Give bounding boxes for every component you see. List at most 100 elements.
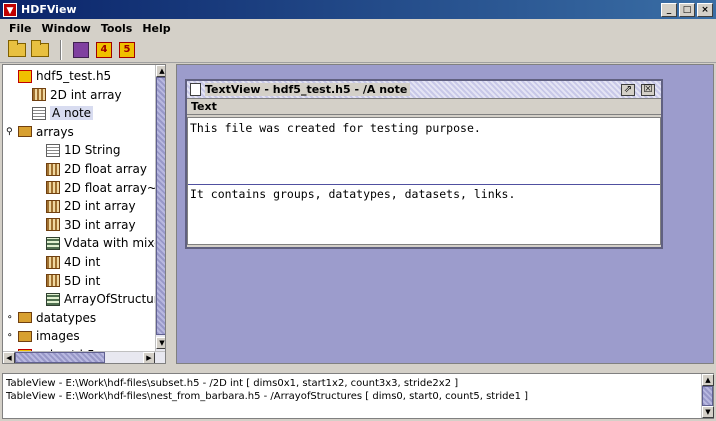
title-bar: ▼ HDFView _ □ ×: [0, 0, 716, 19]
textview-title: TextView - hdf5_test.h5 - /A note: [205, 83, 411, 96]
close-button[interactable]: ×: [697, 2, 713, 17]
text-content-area[interactable]: This file was created for testing purpos…: [187, 117, 661, 245]
scroll-up-button[interactable]: ▲: [156, 65, 165, 77]
hdf4-library-icon: 4: [96, 41, 112, 58]
file-tree-panel: hdf5_test.h5 2D int array A note ⚲ arrays 1D …: [2, 64, 166, 364]
text-column-header: Text: [187, 99, 661, 115]
menu-window[interactable]: Window: [37, 22, 96, 35]
tree-item[interactable]: ⚬ datatypes: [6, 309, 96, 327]
tree-item-label: images: [36, 329, 80, 344]
tree-horizontal-scrollbar[interactable]: ◀ ▶: [3, 351, 165, 363]
tree-item-label: A note: [50, 106, 94, 121]
note-icon: [32, 106, 46, 120]
text-line[interactable]: This file was created for testing purpos…: [188, 121, 481, 135]
tree-item[interactable]: 2D int array: [34, 197, 136, 215]
open-folder-icon: [31, 39, 49, 57]
tree-item-label: 3D int array: [64, 217, 136, 232]
hdfview-app-icon: ▼: [3, 2, 17, 17]
text-line[interactable]: It contains groups, datatypes, datasets,…: [188, 184, 660, 201]
status-vertical-scrollbar[interactable]: ▲ ▼: [701, 374, 714, 418]
tree-expander-icon[interactable]: ⚬: [6, 331, 16, 341]
document-icon: [190, 83, 201, 96]
tree-item-label: arrays: [36, 124, 74, 139]
tree-scroll-thumb[interactable]: [156, 77, 165, 335]
tree-item[interactable]: 2D int array: [20, 86, 122, 104]
toolbar: 4 5: [0, 37, 716, 63]
tree-expander-icon[interactable]: ⚲: [6, 127, 16, 137]
tree-item-label: 4D int: [64, 255, 101, 269]
tree-item[interactable]: 4D int: [34, 253, 100, 271]
status-line: TableView - E:\Work\hdf-files\subset.h5 …: [6, 378, 459, 389]
open-icon: [8, 39, 26, 57]
dataset-icon: [46, 181, 60, 195]
hdf5-library-button[interactable]: 5: [116, 39, 138, 61]
vdata-icon: [46, 292, 60, 306]
vdata-icon: [46, 236, 60, 250]
tree-item[interactable]: ⚬ images: [6, 327, 80, 345]
tree-item-label: Vdata with mixed types: [64, 236, 166, 251]
scroll-down-button[interactable]: ▼: [156, 337, 165, 349]
minimize-button[interactable]: _: [661, 2, 677, 17]
tree-item-label: 1D String: [64, 143, 121, 158]
tree-item-label: ArrayOfStructures: [64, 292, 166, 307]
dataset-icon: [46, 199, 60, 213]
open-button[interactable]: [6, 39, 28, 61]
tree-item-label: 2D float array~copy: [64, 180, 165, 195]
vertical-split-divider[interactable]: [167, 64, 175, 364]
tree-item[interactable]: ArrayOfStructures: [34, 290, 166, 308]
tree-item-label: hdf5_test.h5: [36, 69, 112, 83]
help-book-icon: [73, 41, 89, 58]
hdf4-library-button[interactable]: 4: [93, 39, 115, 61]
tree-item[interactable]: 3D int array: [34, 216, 136, 234]
tree-item-label: 2D float array: [64, 162, 147, 176]
tree-item-label: 5D int: [64, 273, 101, 288]
hdf5-library-icon: 5: [119, 41, 135, 58]
tree-item[interactable]: hdf5_test.h5: [6, 67, 111, 85]
group-icon: [18, 330, 32, 342]
menu-help[interactable]: Help: [137, 22, 175, 35]
note-icon: [46, 143, 60, 157]
status-line: TableView - E:\Work\hdf-files\nest_from_…: [6, 391, 529, 402]
group-icon: [18, 312, 32, 324]
menu-file[interactable]: File: [4, 22, 37, 35]
dataset-icon: [32, 88, 46, 102]
scroll-right-button[interactable]: ▶: [143, 352, 155, 363]
tree-item[interactable]: 2D float array: [34, 160, 147, 178]
status-scroll-up-button[interactable]: ▲: [702, 374, 714, 386]
workspace-desktop: TextView - hdf5_test.h5 - /A note ⇗ ☒ Te…: [176, 64, 714, 364]
h5-icon: [18, 69, 32, 83]
status-scroll-thumb[interactable]: [702, 386, 713, 406]
textview-title-bar[interactable]: TextView - hdf5_test.h5 - /A note ⇗ ☒: [187, 81, 661, 99]
toolbar-separator: [60, 39, 62, 60]
maximize-frame-button[interactable]: ⇗: [621, 83, 635, 96]
maximize-button[interactable]: □: [679, 2, 695, 17]
help-button[interactable]: [70, 39, 92, 61]
dataset-icon: [46, 218, 60, 232]
tree-item-label: 2D int array: [50, 87, 122, 102]
tree-item[interactable]: ⚲ arrays: [6, 123, 74, 141]
status-scroll-down-button[interactable]: ▼: [702, 406, 714, 418]
tree-item[interactable]: A note: [20, 104, 94, 122]
tree-vertical-scrollbar[interactable]: ▲ ▼: [155, 65, 165, 351]
tree-expander-icon[interactable]: ⚬: [6, 313, 16, 323]
tree-item-label: datatypes: [36, 310, 97, 325]
dataset-icon: [46, 255, 60, 269]
close-frame-button[interactable]: ☒: [641, 83, 655, 96]
dataset-icon: [46, 274, 60, 288]
scroll-left-button[interactable]: ◀: [3, 352, 15, 363]
horizontal-split-divider[interactable]: [0, 365, 716, 373]
status-log-panel: TableView - E:\Work\hdf-files\subset.h5 …: [2, 373, 714, 419]
tree-item-label: 2D int array: [64, 199, 136, 214]
tree-item[interactable]: 1D String: [34, 141, 121, 159]
menu-tools[interactable]: Tools: [96, 22, 137, 35]
tree-hscroll-thumb[interactable]: [15, 352, 105, 363]
tree-item[interactable]: 2D float array~copy: [34, 179, 165, 197]
open-folder-button[interactable]: [29, 39, 51, 61]
menu-bar: File Window Tools Help: [0, 19, 716, 37]
dataset-icon: [46, 162, 60, 176]
group-icon: [18, 126, 32, 138]
tree-item[interactable]: Vdata with mixed types: [34, 234, 166, 252]
window-title: HDFView: [21, 3, 77, 16]
textview-window[interactable]: TextView - hdf5_test.h5 - /A note ⇗ ☒ Te…: [185, 79, 663, 249]
tree-item[interactable]: 5D int: [34, 272, 100, 290]
